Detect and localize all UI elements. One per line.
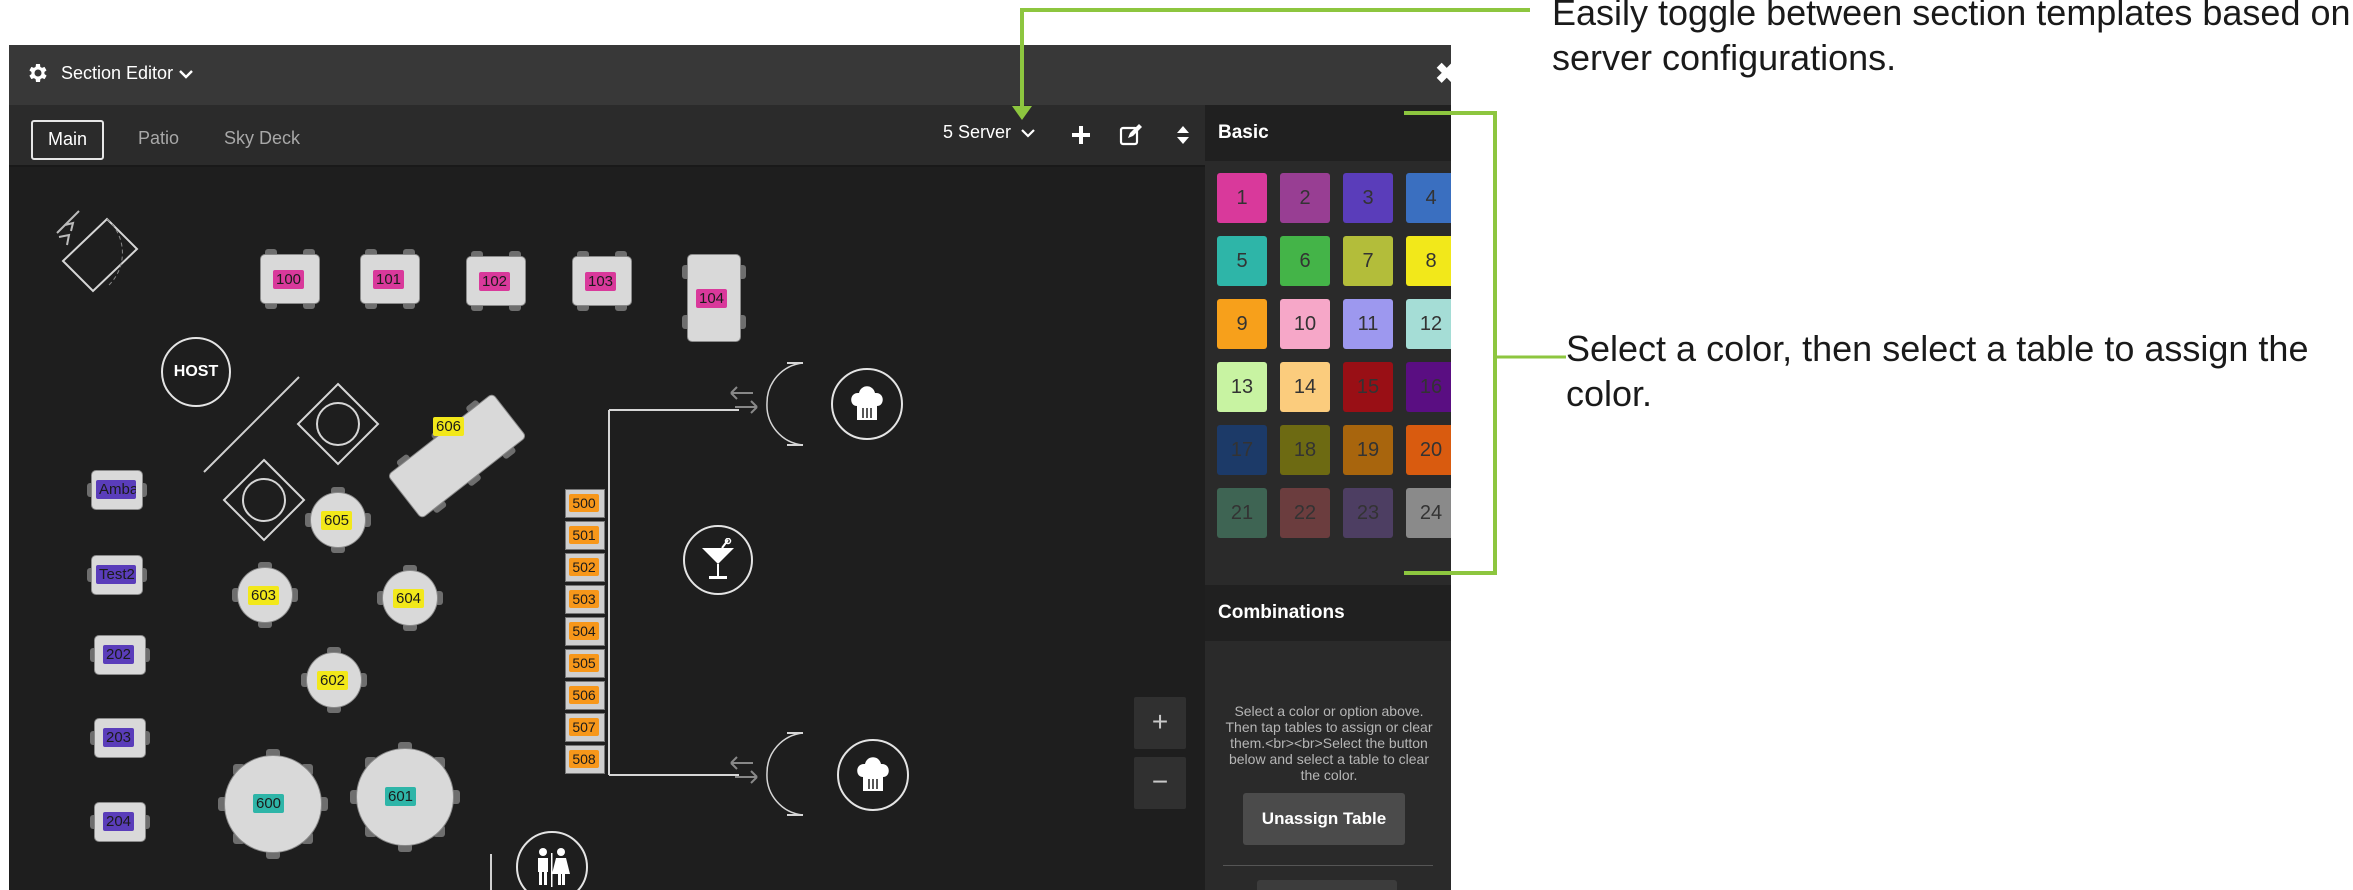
callout-lines xyxy=(1012,8,1566,575)
callout-top: Easily toggle between section templates … xyxy=(1552,0,2351,78)
callout-right: Select a color, then select a table to a… xyxy=(1566,328,2309,414)
